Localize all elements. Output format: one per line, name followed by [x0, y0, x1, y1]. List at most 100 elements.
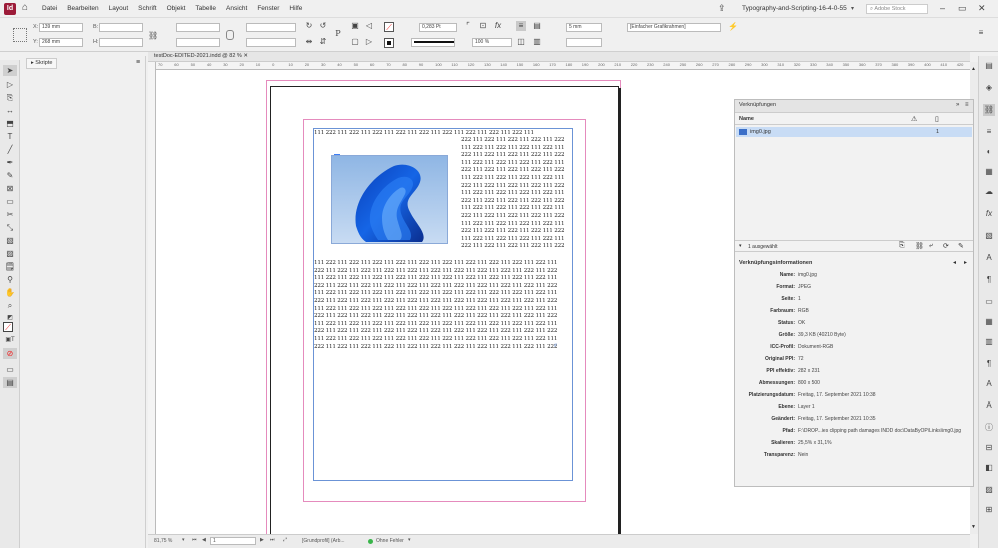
note-tool-icon[interactable]: 🗒: [3, 261, 17, 272]
zoom-dropdown-icon[interactable]: ▾: [182, 537, 185, 543]
x-field[interactable]: 139 mm: [39, 23, 83, 32]
scroll-up-icon[interactable]: ▲: [971, 66, 976, 72]
height-field[interactable]: [99, 38, 143, 47]
control-bar-menu-icon[interactable]: ≡: [976, 28, 986, 38]
previous-link-icon[interactable]: ◂: [953, 259, 956, 266]
panel-menu-icon[interactable]: ≡: [136, 59, 140, 66]
scale-y-field[interactable]: [176, 38, 220, 47]
page-column-icon[interactable]: ▯: [935, 115, 939, 123]
gradient-panel-icon[interactable]: ▨: [983, 484, 995, 496]
wrap-offset-field[interactable]: 5 mm: [566, 23, 602, 32]
width-field[interactable]: [99, 23, 143, 32]
stock-search-input[interactable]: ⌕ Adobe Stock: [866, 4, 928, 14]
table-styles-icon[interactable]: ▦: [983, 316, 995, 328]
scissors-tool-icon[interactable]: ✂: [3, 209, 17, 220]
object-styles-icon[interactable]: ▭: [983, 296, 995, 308]
warning-column-icon[interactable]: ⚠: [911, 115, 917, 123]
relink-icon[interactable]: ⛓: [915, 242, 924, 250]
previous-page-icon[interactable]: ◀: [202, 537, 206, 543]
menu-item-fenster[interactable]: Fenster: [257, 5, 279, 12]
link-scale-icon[interactable]: [226, 30, 234, 40]
select-container-icon[interactable]: ▣: [350, 21, 360, 31]
transform-panel-icon[interactable]: ⊞: [983, 504, 995, 516]
wrap-shape-icon[interactable]: ◫: [516, 37, 526, 47]
page-tool-icon[interactable]: ⎘: [3, 92, 17, 103]
glyphs-panel-icon[interactable]: Ä: [983, 400, 995, 412]
flip-vertical-icon[interactable]: ⇵: [318, 37, 328, 47]
corner-options-icon[interactable]: ⌜: [463, 21, 473, 31]
relink-cc-icon[interactable]: ⎘: [899, 242, 905, 250]
update-link-icon[interactable]: ⟳: [943, 242, 949, 250]
menu-item-ansicht[interactable]: Ansicht: [226, 5, 247, 12]
preflight-profile[interactable]: [Grundprofil] (Arb...: [302, 538, 345, 544]
select-previous-icon[interactable]: ◁: [364, 21, 374, 31]
select-next-icon[interactable]: ▷: [364, 37, 374, 47]
links-panel-menu-icon[interactable]: ≡: [965, 102, 969, 108]
rotate-ccw-icon[interactable]: ↺: [318, 21, 328, 31]
fill-none-icon[interactable]: ⟋: [384, 22, 394, 32]
hand-tool-icon[interactable]: ✋: [3, 287, 17, 298]
rectangle-tool-icon[interactable]: ▭: [3, 196, 17, 207]
stroke-type-select[interactable]: [411, 38, 455, 47]
close-icon[interactable]: ✕: [978, 3, 986, 14]
wrap-bounding-icon[interactable]: ▤: [532, 21, 542, 31]
next-page-icon[interactable]: ▶: [260, 537, 264, 543]
type-tool-icon[interactable]: T: [3, 131, 17, 142]
reference-point-icon[interactable]: [13, 28, 27, 42]
workspace-dropdown-icon[interactable]: ▾: [851, 5, 854, 12]
cell-styles-icon[interactable]: ▥: [983, 336, 995, 348]
placed-image[interactable]: [331, 155, 448, 244]
zoom-level[interactable]: 81,75 %: [154, 538, 172, 544]
menu-item-objekt[interactable]: Objekt: [167, 5, 186, 12]
preflight-menu-icon[interactable]: ▾: [408, 537, 411, 543]
apply-none-icon[interactable]: ⊘: [3, 348, 17, 359]
info-panel-icon[interactable]: ⓘ: [983, 422, 995, 434]
last-page-icon[interactable]: ⏭: [270, 537, 275, 543]
page-field[interactable]: 1: [210, 537, 256, 545]
home-icon[interactable]: ⌂: [22, 2, 28, 13]
color-panel-icon[interactable]: ◐: [983, 146, 995, 158]
direct-selection-tool-icon[interactable]: ▷: [3, 79, 17, 90]
next-link-icon[interactable]: ▸: [964, 259, 967, 266]
fill-swatch-icon[interactable]: ⟋: [3, 322, 13, 332]
wrap-jump-icon[interactable]: ▥: [532, 37, 542, 47]
line-tool-icon[interactable]: ╱: [3, 144, 17, 155]
expand-info-icon[interactable]: ▾: [739, 243, 742, 249]
content-collector-icon[interactable]: ⬒: [3, 118, 17, 129]
formatting-affects-icon[interactable]: ▣T: [3, 335, 17, 346]
stroke-panel-icon[interactable]: ≡: [983, 126, 995, 138]
character-styles-icon[interactable]: A: [983, 252, 995, 264]
swatches-panel-icon[interactable]: ▦: [983, 166, 995, 178]
links-panel-icon[interactable]: ⛓: [983, 104, 995, 116]
menu-item-tabelle[interactable]: Tabelle: [195, 5, 216, 12]
paragraph-panel-icon[interactable]: ¶: [983, 358, 995, 370]
direction-icon[interactable]: P: [333, 29, 343, 39]
close-tab-icon[interactable]: ✕: [243, 53, 248, 59]
paragraph-styles-icon[interactable]: ¶: [983, 274, 995, 286]
zoom-tool-icon[interactable]: ⌕: [3, 300, 17, 311]
open-page-icon[interactable]: ⤢: [283, 537, 287, 543]
pathfinder-icon[interactable]: ◧: [983, 462, 995, 474]
constrain-proportions-icon[interactable]: ⛓: [148, 31, 158, 41]
first-page-icon[interactable]: ⏮: [192, 537, 197, 543]
scroll-down-icon[interactable]: ▼: [971, 524, 976, 530]
eyedropper-tool-icon[interactable]: ⚲: [3, 274, 17, 285]
rectangle-frame-tool-icon[interactable]: ⊠: [3, 183, 17, 194]
y-field[interactable]: 268 mm: [39, 38, 83, 47]
wrap-none-icon[interactable]: ≡: [516, 21, 526, 31]
opacity-field[interactable]: 100 %: [472, 38, 512, 47]
minimize-icon[interactable]: –: [940, 3, 945, 13]
scale-x-field[interactable]: [176, 23, 220, 32]
text-wrap-panel-icon[interactable]: ▧: [983, 230, 995, 242]
flip-horizontal-icon[interactable]: ⇹: [304, 37, 314, 47]
fx-icon[interactable]: fx: [493, 21, 503, 31]
pencil-tool-icon[interactable]: ✎: [3, 170, 17, 181]
preview-mode-icon[interactable]: ▤: [3, 377, 17, 388]
edit-original-icon[interactable]: ✎: [958, 242, 964, 250]
menu-item-hilfe[interactable]: Hilfe: [289, 5, 302, 12]
quick-apply-icon[interactable]: ⚡: [728, 22, 738, 32]
wrap-offset-field-2[interactable]: [566, 38, 602, 47]
gradient-feather-tool-icon[interactable]: ▨: [3, 248, 17, 259]
free-transform-tool-icon[interactable]: ⤡: [3, 222, 17, 233]
layers-panel-icon[interactable]: ◈: [983, 82, 995, 94]
